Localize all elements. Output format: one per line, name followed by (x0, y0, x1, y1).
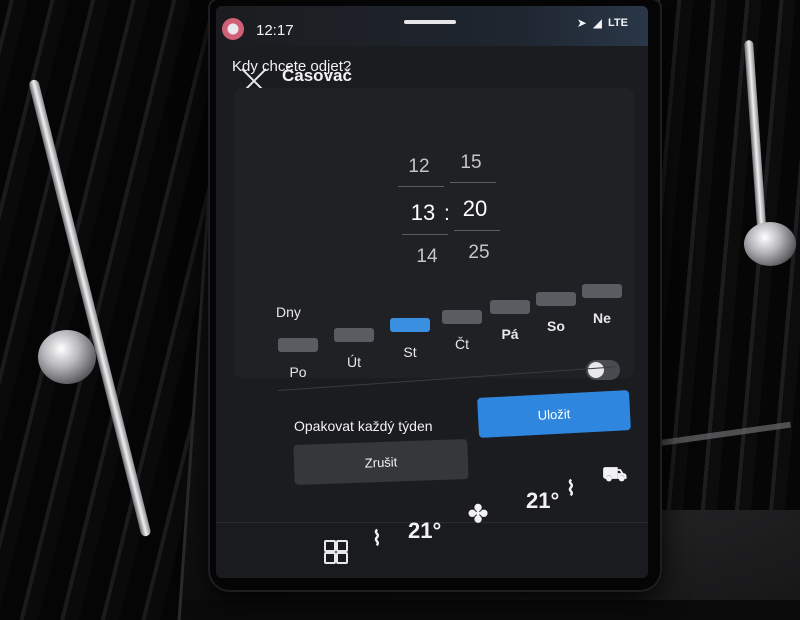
departure-question: Kdy chcete odjet? (232, 58, 352, 75)
days-label: Dny (276, 304, 301, 320)
hour-prev[interactable]: 12 (396, 156, 442, 178)
minute-next[interactable]: 25 (456, 242, 502, 264)
day-ne-bar (582, 284, 622, 298)
repeat-toggle[interactable] (586, 360, 620, 380)
status-time: 12:17 (256, 22, 294, 39)
day-pa-bar (490, 300, 530, 314)
hour-divider-bottom (402, 234, 448, 235)
pull-down-handle[interactable] (404, 20, 456, 24)
day-ut-bar (334, 328, 374, 342)
day-ut-label: Út (347, 354, 361, 370)
save-button[interactable]: Uložit (477, 390, 631, 438)
hour-next[interactable]: 14 (404, 246, 450, 268)
day-so-label: So (547, 318, 565, 334)
day-po-bar (278, 338, 318, 352)
repeat-weekly-label: Opakovat každý týden (294, 418, 433, 434)
day-ne[interactable]: Ne (582, 284, 622, 326)
day-ne-label: Ne (593, 310, 611, 326)
signal-icon: ◢ (592, 16, 603, 30)
day-ut[interactable]: Út (334, 328, 374, 370)
cancel-button[interactable]: Zrušit (293, 438, 469, 486)
fan-icon[interactable]: ✤ (468, 500, 488, 529)
passenger-temperature[interactable]: 21° (526, 488, 559, 514)
status-icons: ➤ ◢ LTE (577, 16, 628, 30)
day-st-label: St (403, 344, 417, 360)
profile-avatar-icon[interactable] (222, 18, 244, 40)
day-ct-bar (442, 310, 482, 324)
driver-seat-heat-icon[interactable]: ⌇ (372, 526, 382, 551)
day-so-bar (536, 292, 576, 306)
day-ct-label: Čt (455, 336, 469, 352)
apps-grid-icon[interactable] (324, 540, 348, 564)
network-type: LTE (608, 17, 628, 29)
hour-divider-top (398, 186, 444, 187)
day-st-bar (390, 318, 430, 332)
right-vent-knob (744, 222, 796, 266)
driver-temperature[interactable]: 21° (408, 518, 441, 544)
day-st[interactable]: St (390, 318, 430, 360)
day-so[interactable]: So (536, 292, 576, 334)
day-pa-label: Pá (501, 326, 519, 342)
time-separator: : (444, 202, 450, 225)
status-bar: 12:17 ➤ ◢ LTE (216, 6, 648, 46)
infotainment-screen: 12:17 ➤ ◢ LTE Časovač Kdy chcete odjet? … (216, 6, 648, 578)
minute-prev[interactable]: 15 (448, 152, 494, 174)
passenger-seat-heat-icon[interactable]: ⌇ (566, 476, 576, 501)
timer-card (234, 88, 634, 378)
minute-divider-top (450, 182, 496, 183)
minute-selected[interactable]: 20 (452, 196, 498, 222)
hour-selected[interactable]: 13 (400, 200, 446, 226)
day-pa[interactable]: Pá (490, 300, 530, 342)
minute-divider-bottom (454, 230, 500, 231)
day-ct[interactable]: Čt (442, 310, 482, 352)
car-icon[interactable]: ⛟ (602, 464, 627, 489)
day-po[interactable]: Po (278, 338, 318, 380)
day-po-label: Po (289, 364, 307, 380)
location-arrow-icon: ➤ (576, 16, 587, 30)
left-vent-knob (38, 330, 96, 384)
